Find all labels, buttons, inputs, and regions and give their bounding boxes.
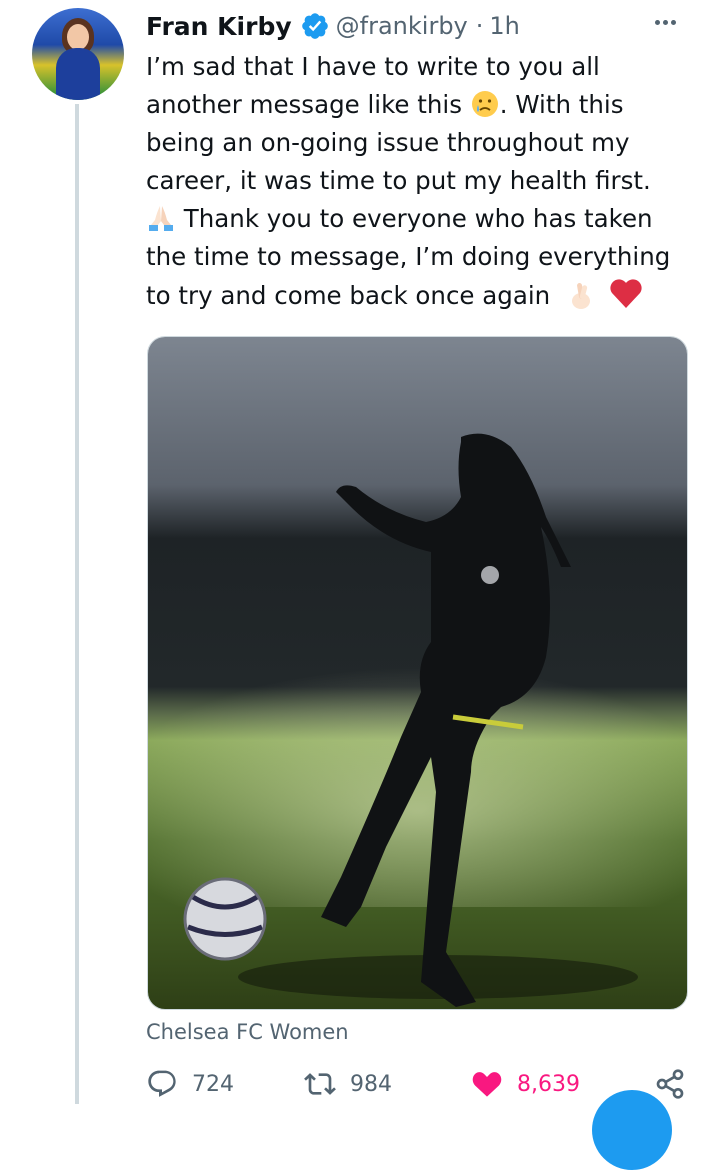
tweet-timestamp[interactable]: 1h [489, 12, 519, 40]
media-source-label[interactable]: Chelsea FC Women [146, 1020, 349, 1044]
tweet-line-text: another message like this [146, 90, 462, 119]
avatar-shirt [56, 48, 100, 100]
tweet-line: to try and come back once again [146, 276, 691, 315]
tweet-header: Fran Kirby @frankirby · 1h [146, 8, 520, 44]
football-training-photo [148, 337, 687, 1009]
tweet-line: the time to message, I’m doing everythin… [146, 242, 671, 271]
share-icon [656, 1069, 684, 1099]
tweet-line: career, it was time to put my health fir… [146, 166, 651, 195]
like-button[interactable]: 8,639 [471, 1068, 580, 1100]
tweet-line: another message like this . With this [146, 86, 691, 124]
crying-face-emoji [471, 91, 498, 117]
share-button[interactable] [654, 1068, 700, 1100]
like-heart-icon [472, 1072, 502, 1097]
red-heart-emoji [610, 279, 642, 308]
crossed-fingers-emoji [572, 282, 590, 309]
like-count: 8,639 [517, 1071, 580, 1097]
retweet-button[interactable]: 984 [304, 1068, 392, 1100]
tweet-line-text: to try and come back once again [146, 281, 551, 310]
tweet-line-text: . With this [499, 90, 624, 119]
author-name[interactable]: Fran Kirby [146, 12, 292, 41]
praying-hands-emoji [149, 206, 173, 231]
tweet-line: being an on-going issue throughout my [146, 128, 630, 157]
reply-button[interactable]: 724 [146, 1068, 234, 1100]
reply-icon [148, 1070, 176, 1097]
tweet-photo[interactable] [147, 336, 688, 1010]
retweet-count: 984 [350, 1071, 392, 1097]
reply-count: 724 [192, 1071, 234, 1097]
thread-connector-line [75, 104, 79, 1104]
tweet-line: I’m sad that I have to write to you all [146, 52, 600, 81]
author-handle[interactable]: @frankirby [336, 12, 468, 40]
verified-badge-icon [301, 13, 328, 39]
header-separator: · [475, 12, 484, 40]
tweet-text: I’m sad that I have to write to you all … [146, 48, 691, 315]
author-avatar[interactable] [32, 8, 124, 100]
more-options-icon[interactable] [655, 10, 685, 34]
tweet-line-text: Thank you to everyone who has taken [183, 204, 653, 233]
avatar-face [67, 24, 89, 50]
retweet-icon [304, 1073, 336, 1095]
compose-tweet-button[interactable] [592, 1090, 672, 1170]
tweet-line: Thank you to everyone who has taken [146, 200, 691, 238]
